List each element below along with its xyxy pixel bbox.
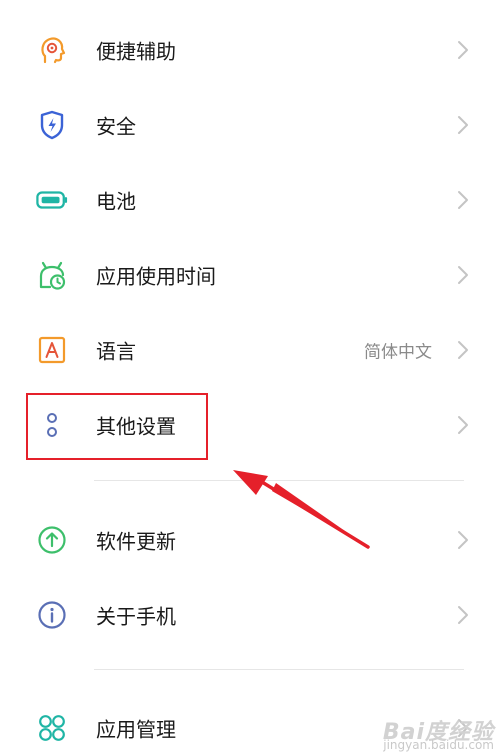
chevron-right-icon bbox=[458, 415, 468, 434]
settings-item-app-usage-time[interactable]: 应用使用时间 bbox=[0, 237, 500, 312]
watermark-url: jingyan.baidu.com bbox=[383, 738, 494, 752]
settings-item-battery[interactable]: 电池 bbox=[0, 162, 500, 237]
app-grid-icon bbox=[36, 712, 68, 744]
settings-item-label: 电池 bbox=[96, 189, 136, 213]
chevron-right-icon bbox=[458, 340, 468, 359]
settings-item-label: 便捷辅助 bbox=[96, 39, 176, 63]
chevron-right-icon bbox=[458, 605, 468, 624]
settings-item-label: 安全 bbox=[96, 114, 136, 138]
settings-item-label: 软件更新 bbox=[96, 529, 176, 553]
settings-item-label: 语言 bbox=[96, 339, 136, 363]
chevron-right-icon bbox=[458, 115, 468, 134]
highlight-box bbox=[26, 393, 208, 460]
section-divider bbox=[94, 480, 464, 481]
chevron-right-icon bbox=[458, 265, 468, 284]
battery-icon bbox=[36, 184, 68, 216]
settings-item-label: 关于手机 bbox=[96, 604, 176, 628]
chevron-right-icon bbox=[458, 40, 468, 59]
settings-item-software-update[interactable]: 软件更新 bbox=[0, 502, 500, 577]
chevron-right-icon bbox=[458, 190, 468, 209]
language-a-icon bbox=[36, 334, 68, 366]
settings-item-about-phone[interactable]: 关于手机 bbox=[0, 577, 500, 652]
accessibility-head-icon bbox=[36, 34, 68, 66]
info-icon bbox=[36, 599, 68, 631]
shield-lightning-icon bbox=[36, 109, 68, 141]
settings-item-language[interactable]: 语言 简体中文 bbox=[0, 312, 500, 387]
app-usage-clock-icon bbox=[36, 259, 68, 291]
settings-item-label: 应用使用时间 bbox=[96, 264, 216, 288]
settings-item-label: 应用管理 bbox=[96, 717, 176, 741]
chevron-right-icon bbox=[458, 530, 468, 549]
settings-page: 便捷辅助 安全 电池 应用使用时间 语言 简体中文 其他设置 软件更新 关于手机… bbox=[0, 0, 500, 756]
settings-item-security[interactable]: 安全 bbox=[0, 87, 500, 162]
language-current-value: 简体中文 bbox=[364, 342, 432, 362]
section-divider bbox=[94, 669, 464, 670]
update-arrow-icon bbox=[36, 524, 68, 556]
settings-item-accessibility[interactable]: 便捷辅助 bbox=[0, 12, 500, 87]
watermark: Bai度经验 jingyan.baidu.com bbox=[383, 722, 494, 752]
